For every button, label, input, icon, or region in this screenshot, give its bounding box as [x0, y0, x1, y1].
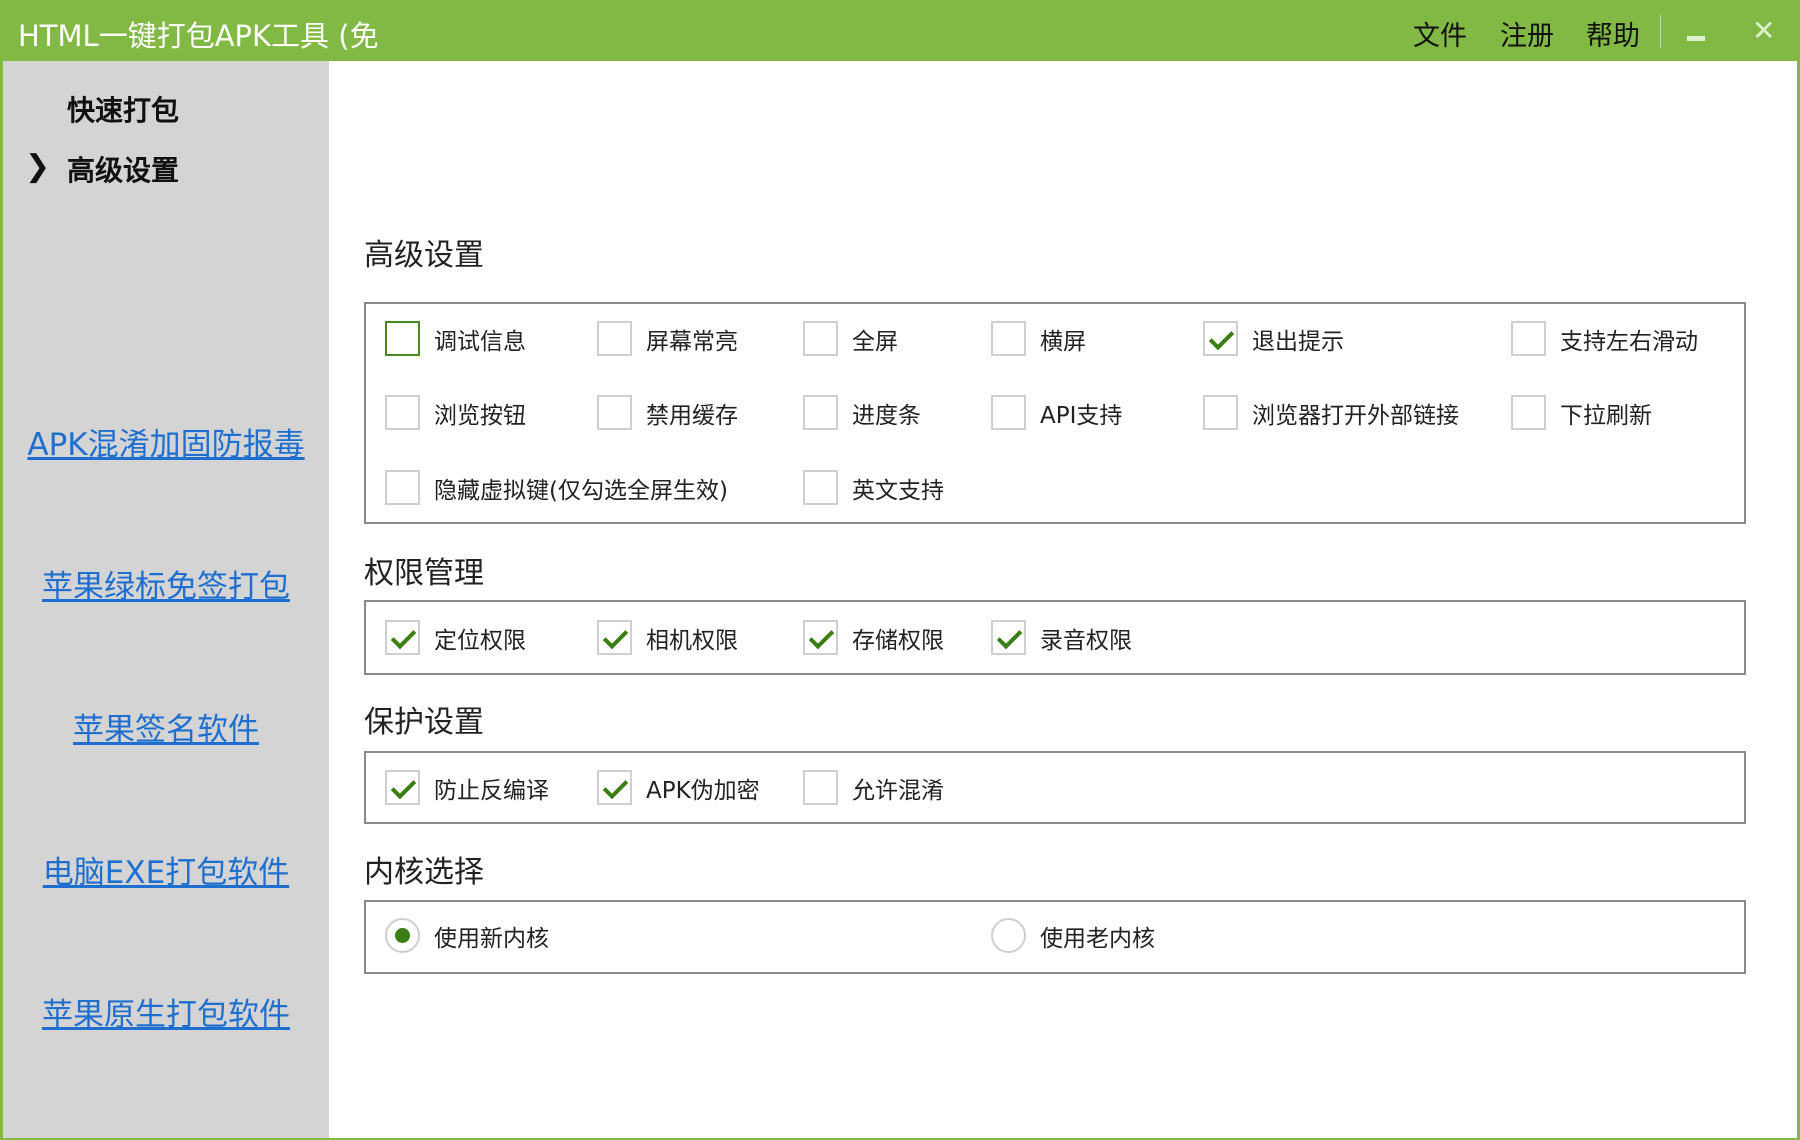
link-apple-sign[interactable]: 苹果签名软件: [3, 704, 329, 749]
checkbox-advanced[interactable]: 禁用缓存: [597, 395, 738, 430]
checkbox-icon[interactable]: [385, 321, 420, 356]
checkbox-permission[interactable]: 定位权限: [385, 620, 526, 655]
checkbox-advanced[interactable]: 下拉刷新: [1511, 395, 1652, 430]
radio-selected-icon[interactable]: [385, 918, 420, 953]
checkbox-checked-icon[interactable]: [597, 770, 632, 805]
checkbox-advanced[interactable]: API支持: [991, 395, 1122, 430]
checkbox-checked-icon[interactable]: [385, 620, 420, 655]
protection-box: [364, 751, 1746, 824]
option-label: 使用老内核: [1040, 925, 1155, 952]
option-label: 录音权限: [1040, 627, 1132, 654]
option-label: 全屏: [852, 328, 898, 355]
menu-file[interactable]: 文件: [1413, 14, 1467, 53]
checkbox-checked-icon[interactable]: [385, 770, 420, 805]
checkbox-permission[interactable]: 存储权限: [803, 620, 944, 655]
option-label: 支持左右滑动: [1560, 328, 1698, 355]
checkbox-protection[interactable]: 允许混淆: [803, 770, 944, 805]
radio-kernel[interactable]: 使用老内核: [991, 918, 1155, 953]
link-apple-native[interactable]: 苹果原生打包软件: [3, 989, 329, 1034]
checkbox-checked-icon[interactable]: [1203, 321, 1238, 356]
checkbox-icon[interactable]: [1511, 395, 1546, 430]
checkbox-checked-icon[interactable]: [991, 620, 1026, 655]
checkbox-advanced[interactable]: 退出提示: [1203, 321, 1344, 356]
checkbox-protection[interactable]: APK伪加密: [597, 770, 760, 805]
checkbox-icon[interactable]: [597, 321, 632, 356]
link-exe-pack[interactable]: 电脑EXE打包软件: [3, 847, 329, 892]
option-label: 浏览按钮: [434, 402, 526, 429]
menu-help[interactable]: 帮助: [1586, 14, 1640, 53]
option-label: 允许混淆: [852, 777, 944, 804]
link-apk-obfuscation[interactable]: APK混淆加固防报毒: [3, 419, 329, 464]
section-title-protection: 保护设置: [364, 705, 484, 740]
option-label: 浏览器打开外部链接: [1252, 402, 1459, 429]
checkbox-permission[interactable]: 录音权限: [991, 620, 1132, 655]
option-label: API支持: [1040, 402, 1123, 429]
checkbox-advanced[interactable]: 浏览器打开外部链接: [1203, 395, 1459, 430]
chevron-right-icon: ❯: [25, 149, 51, 184]
checkbox-icon[interactable]: [1511, 321, 1546, 356]
checkbox-advanced[interactable]: 调试信息: [385, 321, 526, 356]
option-label: 使用新内核: [434, 925, 549, 952]
menu-register[interactable]: 注册: [1500, 14, 1554, 53]
option-label: 禁用缓存: [646, 402, 738, 429]
minimize-icon[interactable]: [1687, 36, 1705, 41]
checkbox-icon[interactable]: [597, 395, 632, 430]
checkbox-advanced[interactable]: 浏览按钮: [385, 395, 526, 430]
checkbox-advanced[interactable]: 支持左右滑动: [1511, 321, 1698, 356]
sidebar: 快速打包 ❯ 高级设置 APK混淆加固防报毒 苹果绿标免签打包 苹果签名软件 电…: [3, 61, 329, 1138]
checkbox-icon[interactable]: [803, 770, 838, 805]
option-label: 英文支持: [852, 477, 944, 504]
section-title-kernel: 内核选择: [364, 855, 484, 890]
option-label: APK伪加密: [646, 777, 760, 804]
option-label: 隐藏虚拟键(仅勾选全屏生效): [434, 477, 728, 504]
option-label: 退出提示: [1252, 328, 1344, 355]
checkbox-icon[interactable]: [385, 470, 420, 505]
option-label: 防止反编译: [434, 777, 549, 804]
radio-kernel[interactable]: 使用新内核: [385, 918, 549, 953]
checkbox-permission[interactable]: 相机权限: [597, 620, 738, 655]
option-label: 存储权限: [852, 627, 944, 654]
section-title-permissions: 权限管理: [364, 556, 484, 591]
checkbox-checked-icon[interactable]: [803, 620, 838, 655]
divider: [1660, 14, 1661, 48]
checkbox-icon[interactable]: [803, 395, 838, 430]
checkbox-advanced[interactable]: 全屏: [803, 321, 898, 356]
option-label: 下拉刷新: [1560, 402, 1652, 429]
option-label: 屏幕常亮: [646, 328, 738, 355]
checkbox-icon[interactable]: [991, 321, 1026, 356]
title-bar: HTML一键打包APK工具 (免 文件 注册 帮助 ✕: [0, 0, 1800, 61]
option-label: 横屏: [1040, 328, 1086, 355]
link-apple-green-sign[interactable]: 苹果绿标免签打包: [3, 561, 329, 606]
checkbox-icon[interactable]: [991, 395, 1026, 430]
checkbox-checked-icon[interactable]: [597, 620, 632, 655]
sidebar-item-advanced[interactable]: 高级设置: [67, 149, 179, 189]
option-label: 定位权限: [434, 627, 526, 654]
checkbox-icon[interactable]: [385, 395, 420, 430]
checkbox-advanced[interactable]: 英文支持: [803, 470, 944, 505]
checkbox-advanced[interactable]: 屏幕常亮: [597, 321, 738, 356]
close-icon[interactable]: ✕: [1752, 14, 1775, 47]
option-label: 调试信息: [434, 328, 526, 355]
checkbox-icon[interactable]: [1203, 395, 1238, 430]
checkbox-advanced[interactable]: 进度条: [803, 395, 921, 430]
radio-icon[interactable]: [991, 918, 1026, 953]
checkbox-icon[interactable]: [803, 470, 838, 505]
section-title-advanced: 高级设置: [364, 238, 484, 273]
sidebar-item-quick-pack[interactable]: 快速打包: [67, 89, 179, 129]
checkbox-icon[interactable]: [803, 321, 838, 356]
checkbox-protection[interactable]: 防止反编译: [385, 770, 549, 805]
window-title: HTML一键打包APK工具 (免: [18, 19, 379, 53]
option-label: 进度条: [852, 402, 921, 429]
checkbox-advanced[interactable]: 隐藏虚拟键(仅勾选全屏生效): [385, 470, 728, 505]
checkbox-advanced[interactable]: 横屏: [991, 321, 1086, 356]
option-label: 相机权限: [646, 627, 738, 654]
